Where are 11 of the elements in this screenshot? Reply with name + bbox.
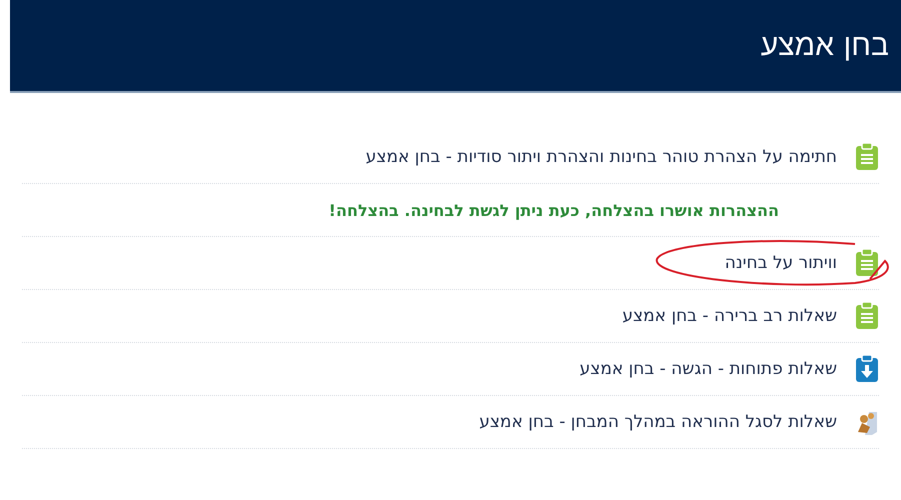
- clipboard-icon: [855, 143, 879, 171]
- clipboard-icon: [855, 249, 879, 277]
- activity-link[interactable]: שאלות לסגל ההוראה במהלך המבחן - בחן אמצע: [479, 412, 837, 432]
- activity-link[interactable]: שאלות פתוחות - הגשה - בחן אמצע: [580, 359, 837, 379]
- clipboard-icon: [855, 302, 879, 330]
- activity-link[interactable]: וויתור על בחינה: [724, 253, 837, 273]
- page-title: בחן אמצע: [760, 28, 889, 63]
- download-icon: [855, 355, 879, 383]
- success-message: ההצהרות אושרו בהצלחה, כעת ניתן לגשת לבחינה. בהצלחה!: [328, 200, 779, 220]
- activity-link[interactable]: שאלות רב ברירה - בחן אמצע: [622, 306, 837, 326]
- activity-link[interactable]: חתימה על הצהרת טוהר בחינות והצהרת ויתור סודיות - בחן אמצע: [366, 147, 837, 167]
